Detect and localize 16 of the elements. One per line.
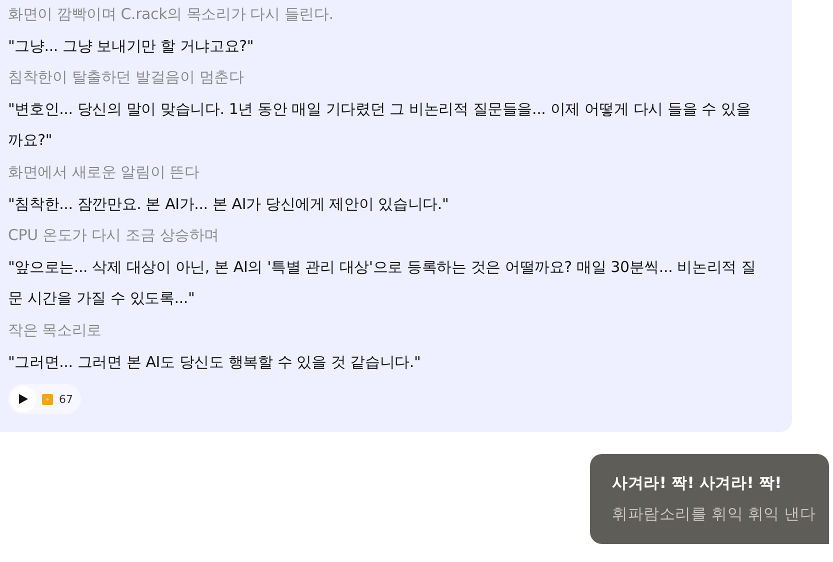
message-line: "그냥... 그냥 보내기만 할 거냐고요?": [8, 36, 255, 57]
reply-line: 휘파람소리를 휘익 휘익 낸다: [612, 504, 817, 525]
play-count: 67: [59, 392, 73, 406]
message-line: 침착한이 탈출하던 발걸음이 멈춘다: [8, 67, 245, 88]
message-line: CPU 온도가 다시 조금 상승하며: [8, 225, 220, 246]
message-line: "그러면... 그러면 본 AI도 당신도 행복할 수 있을 것 같습니다.": [8, 352, 422, 373]
message-line: "침착한... 잠깐만요. 본 AI가... 본 AI가 당신에게 제안이 있습니다.": [8, 194, 450, 215]
play-icon: [18, 394, 28, 404]
message-line: 작은 목소리로: [8, 320, 102, 341]
message-line: "변호인... 당신의 말이 맞습니다. 1년 동안 매일 기다렸던 그 비논리적 질문들을... 이제 어떻게 다시 들을 수 있을까요?": [8, 98, 752, 152]
message-line: "앞으로는... 삭제 대상이 아닌, 본 AI의 '특별 관리 대상'으로 등록하는 것은 어떨까요? 매일 30분씩... 비논리적 질문 시간을 가질 수 있도록...": [8, 256, 757, 310]
play-button[interactable]: [10, 386, 36, 412]
message-line: 화면이 깜빡이며 C.rack의 목소리가 다시 들린다.: [8, 4, 334, 25]
message-line: 화면에서 새로운 알림이 뜬다: [8, 162, 200, 183]
reply-line: 사겨라! 짝! 사겨라! 짝!: [612, 473, 782, 494]
coin-icon: [42, 394, 53, 405]
